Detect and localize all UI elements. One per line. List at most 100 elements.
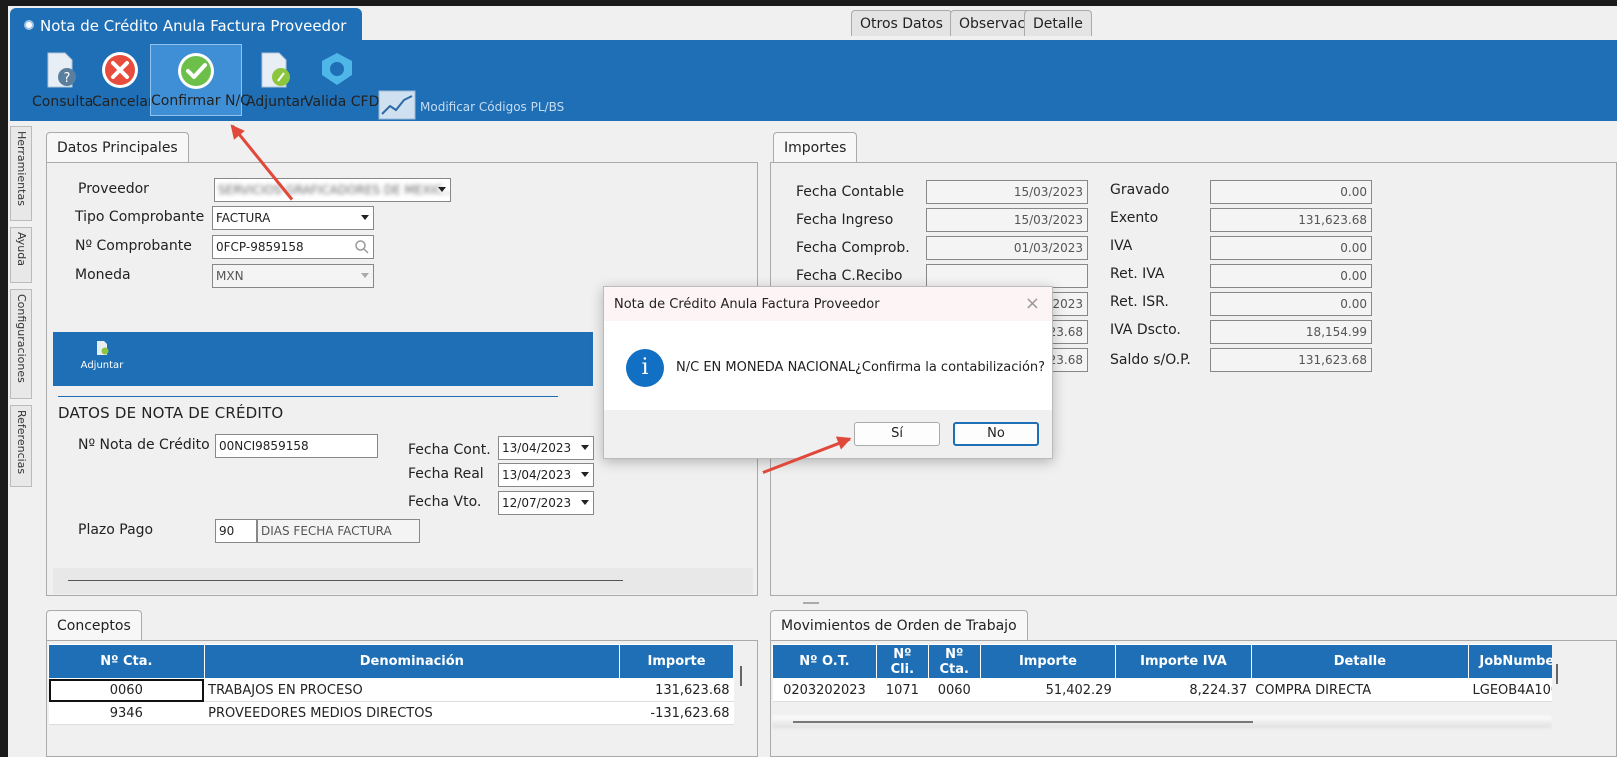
table-row[interactable]: 9346 PROVEEDORES MEDIOS DIRECTOS -131,62…	[48, 701, 734, 725]
side-tab-herramientas[interactable]: Herramientas	[10, 126, 32, 221]
column-header[interactable]: Nº Cli.	[875, 644, 929, 679]
table-cell[interactable]: 0060	[928, 678, 981, 702]
ret-iva-value: 0.00	[1210, 264, 1372, 288]
table-cell[interactable]: 0060	[48, 678, 205, 702]
column-header[interactable]: Denominación	[203, 644, 621, 679]
gravado-value: 0.00	[1210, 180, 1372, 204]
table-cell[interactable]: 51,402.29	[980, 678, 1116, 702]
document-query-icon: ?	[47, 52, 76, 88]
fecha-comprob-label: Fecha Comprob.	[796, 240, 910, 256]
column-header[interactable]: Importe	[979, 644, 1117, 679]
ret-isr-value: 0.00	[1210, 292, 1372, 316]
proveedor-select[interactable]: SERVICIOS GRAFICADORES DE MEXIC...	[214, 178, 451, 202]
fecha-c-recibo-label: Fecha C.Recibo	[796, 268, 903, 284]
saldo-op-label: Saldo s/O.P.	[1110, 352, 1191, 368]
splitter-handle[interactable]	[803, 602, 819, 604]
plazo-pago-desc: DIAS FECHA FACTURA	[257, 519, 420, 543]
search-icon[interactable]	[354, 239, 370, 255]
nota-credito-section-title: DATOS DE NOTA DE CRÉDITO	[58, 404, 284, 422]
horizontal-scrollbar[interactable]	[68, 580, 623, 581]
moneda-select[interactable]: MXN	[212, 264, 374, 288]
adjuntar-button[interactable]: Adjuntar	[246, 44, 306, 116]
tab-datos-principales[interactable]: Datos Principales	[46, 132, 189, 162]
info-icon: i	[626, 349, 664, 387]
dialog-title: Nota de Crédito Anula Factura Proveedor	[604, 287, 1052, 321]
side-tab-referencias[interactable]: Referencias	[10, 405, 32, 487]
fecha-cont-picker[interactable]: 13/04/2023	[498, 436, 594, 460]
column-header[interactable]: Nº O.T.	[772, 644, 877, 679]
table-row[interactable]: 0203202023 1071 0060 51,402.29 8,224.37 …	[772, 678, 1552, 702]
ret-iva-label: Ret. IVA	[1110, 266, 1165, 282]
fecha-cont-label: Fecha Cont.	[408, 442, 491, 458]
cancel-icon	[102, 52, 138, 88]
horizontal-scrollbar[interactable]	[793, 721, 1253, 723]
num-nota-credito-label: Nº Nota de Crédito	[78, 437, 210, 453]
table-cell[interactable]: 1071	[876, 678, 929, 702]
window-icon	[24, 20, 34, 30]
column-header[interactable]: Detalle	[1250, 644, 1470, 679]
toolbar: ? Consulta Cancelar Confirmar N/C Adjunt…	[10, 40, 1617, 121]
check-icon	[178, 53, 214, 89]
table-cell[interactable]: LGEOB4A1000	[1468, 678, 1552, 702]
iva-dscto-label: IVA Dscto.	[1110, 322, 1181, 338]
num-comprobante-label: Nº Comprobante	[75, 238, 192, 254]
tab-importes[interactable]: Importes	[773, 132, 858, 162]
fecha-ingreso-label: Fecha Ingreso	[796, 212, 894, 228]
divider	[58, 396, 558, 397]
vertical-scrollbar[interactable]	[740, 666, 742, 686]
num-nota-credito-input[interactable]: 00NCI9859158	[215, 434, 378, 458]
table-cell[interactable]: 0203202023	[772, 678, 877, 702]
table-cell[interactable]: COMPRA DIRECTA	[1251, 678, 1469, 702]
chevron-down-icon	[361, 215, 369, 220]
adjuntar-bar: Adjuntar	[53, 332, 593, 386]
plazo-pago-input[interactable]: 90	[215, 519, 257, 543]
chart-icon	[378, 90, 416, 120]
confirm-dialog: Nota de Crédito Anula Factura Proveedor …	[603, 286, 1053, 459]
tipo-comprobante-select[interactable]: FACTURA	[212, 206, 374, 230]
tab-otros-datos[interactable]: Otros Datos	[851, 10, 952, 36]
tab-conceptos[interactable]: Conceptos	[46, 610, 142, 640]
tab-detalle[interactable]: Detalle	[1024, 10, 1092, 36]
side-tab-configuraciones[interactable]: Configuraciones	[10, 289, 32, 399]
iva-label: IVA	[1110, 238, 1133, 254]
fecha-ingreso-value: 15/03/2023	[926, 208, 1088, 232]
confirmar-nc-button[interactable]: Confirmar N/C	[150, 44, 250, 116]
attach-document-icon	[97, 341, 109, 355]
fecha-real-label: Fecha Real	[408, 466, 484, 482]
column-header[interactable]: JobNumber	[1468, 644, 1552, 679]
column-header[interactable]: Importe IVA	[1115, 644, 1252, 679]
yes-button[interactable]: Sí	[854, 422, 940, 446]
iva-value: 0.00	[1210, 236, 1372, 260]
column-header[interactable]: Nº Cta.	[927, 644, 981, 679]
fecha-real-picker[interactable]: 13/04/2023	[498, 463, 594, 487]
tab-movimientos[interactable]: Movimientos de Orden de Trabajo	[770, 610, 1028, 640]
modificar-codigos-button[interactable]: Modificar Códigos PL/BS	[378, 90, 564, 120]
cancelar-button[interactable]: Cancelar	[92, 44, 154, 116]
num-comprobante-input[interactable]: 0FCP-9859158	[212, 235, 374, 259]
window-title: Nota de Crédito Anula Factura Proveedor	[40, 17, 347, 35]
table-cell[interactable]: 9346	[48, 701, 205, 725]
ret-isr-label: Ret. ISR.	[1110, 294, 1169, 310]
vertical-scrollbar[interactable]	[1556, 664, 1558, 684]
side-tab-ayuda[interactable]: Ayuda	[10, 227, 32, 283]
column-header[interactable]: Importe	[619, 644, 734, 679]
consulta-button[interactable]: ? Consulta	[32, 44, 93, 116]
table-cell[interactable]: -131,623.68	[619, 701, 734, 725]
no-button[interactable]: No	[953, 422, 1039, 446]
app-window: Nota de Crédito Anula Factura Proveedor …	[8, 6, 1617, 757]
window-title-tab: Nota de Crédito Anula Factura Proveedor	[10, 8, 362, 42]
table-cell[interactable]: 131,623.68	[619, 678, 734, 702]
table-cell[interactable]: TRABAJOS EN PROCESO	[204, 678, 620, 702]
fecha-c-recibo-value	[926, 264, 1088, 288]
attach-document-icon	[261, 52, 290, 88]
table-cell[interactable]: 8,224.37	[1115, 678, 1252, 702]
saldo-op-value: 131,623.68	[1210, 348, 1372, 372]
fecha-vto-picker[interactable]: 12/07/2023	[498, 491, 594, 515]
valida-cfd-button[interactable]: Valida CFD	[304, 44, 379, 116]
close-icon[interactable]: ×	[1025, 293, 1040, 314]
table-row[interactable]: 0060 TRABAJOS EN PROCESO 131,623.68	[48, 678, 734, 702]
column-header[interactable]: Nº Cta.	[48, 644, 205, 679]
table-cell[interactable]: PROVEEDORES MEDIOS DIRECTOS	[204, 701, 620, 725]
exento-value: 131,623.68	[1210, 208, 1372, 232]
adjuntar-small-button[interactable]: Adjuntar	[77, 340, 127, 371]
